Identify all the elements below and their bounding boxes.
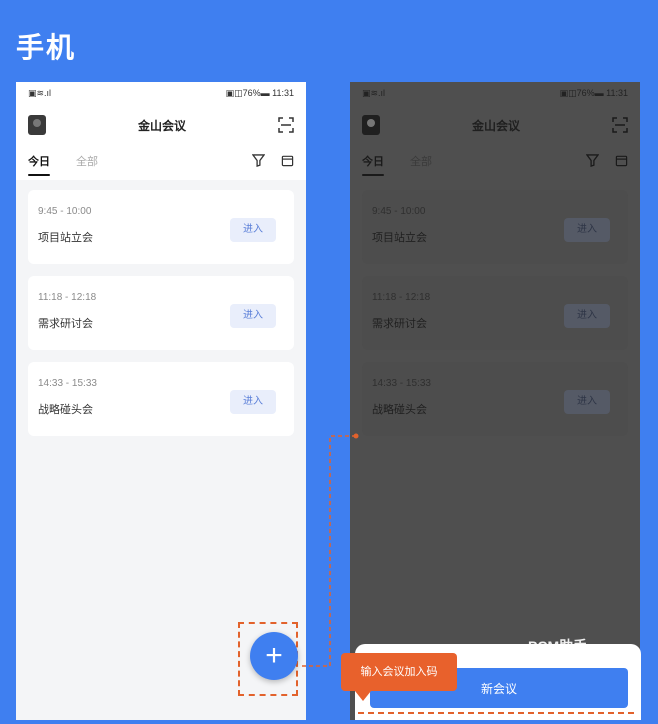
- status-left: ▣≋.ıl: [28, 87, 52, 98]
- app-header: 金山会议: [16, 104, 306, 146]
- tab-today[interactable]: 今日: [28, 153, 50, 176]
- meeting-time: 14:33 - 15:33: [372, 378, 431, 389]
- connector-line: [302, 433, 359, 667]
- highlight-frame: [358, 712, 634, 724]
- meeting-card: 11:18 - 12:18 需求研讨会 进入: [362, 276, 628, 350]
- meeting-card[interactable]: 11:18 - 12:18 需求研讨会 进入: [28, 276, 294, 350]
- meeting-time: 11:18 - 12:18: [38, 292, 97, 303]
- tab-all[interactable]: 全部: [76, 153, 98, 173]
- enter-button: 进入: [564, 304, 610, 328]
- enter-button: 进入: [564, 390, 610, 414]
- status-bar: ▣≋.ıl ▣◫76%▬ 11:31: [16, 82, 306, 104]
- page-title: 手机: [16, 32, 77, 63]
- avatar: [362, 115, 380, 135]
- meeting-list: 9:45 - 10:00 项目站立会 进入 11:18 - 12:18 需求研讨…: [16, 180, 306, 458]
- filter-icon[interactable]: [251, 154, 266, 172]
- calendar-icon[interactable]: [281, 154, 294, 172]
- meeting-list: 9:45 - 10:00 项目站立会 进入 11:18 - 12:18 需求研讨…: [350, 180, 640, 458]
- callout-tooltip: 输入会议加入码: [341, 653, 457, 701]
- enter-button[interactable]: 进入: [230, 304, 276, 328]
- scan-icon: [612, 117, 628, 133]
- avatar[interactable]: [28, 115, 46, 135]
- scan-icon[interactable]: [278, 117, 294, 133]
- tab-bar: 今日 全部: [350, 146, 640, 180]
- watermark: PCM助手: [528, 638, 588, 654]
- status-right: ▣◫76%▬ 11:31: [559, 87, 628, 98]
- enter-button[interactable]: 进入: [230, 390, 276, 414]
- filter-icon: [585, 154, 600, 172]
- meeting-card[interactable]: 9:45 - 10:00 项目站立会 进入: [28, 190, 294, 264]
- tab-today: 今日: [362, 153, 384, 176]
- status-right: ▣◫76%▬ 11:31: [225, 87, 294, 98]
- app-title: 金山会议: [471, 118, 520, 133]
- meeting-time: 9:45 - 10:00: [372, 206, 426, 217]
- add-meeting-button[interactable]: +: [250, 632, 298, 680]
- tab-bar: 今日 全部: [16, 146, 306, 180]
- status-bar: ▣≋.ıl ▣◫76%▬ 11:31: [350, 82, 640, 104]
- phone-screen-right: ▣≋.ıl ▣◫76%▬ 11:31 金山会议 今日 全部 9:45 - 10:…: [350, 82, 640, 720]
- app-title: 金山会议: [137, 118, 186, 133]
- meeting-time: 14:33 - 15:33: [38, 378, 97, 389]
- tab-all: 全部: [410, 156, 432, 168]
- enter-button: 进入: [564, 218, 610, 242]
- app-header: 金山会议: [350, 104, 640, 146]
- meeting-time: 9:45 - 10:00: [38, 206, 92, 217]
- meeting-card: 14:33 - 15:33 战略碰头会 进入: [362, 362, 628, 436]
- status-left: ▣≋.ıl: [362, 87, 386, 98]
- meeting-card: 9:45 - 10:00 项目站立会 进入: [362, 190, 628, 264]
- calendar-icon: [615, 154, 628, 172]
- enter-button[interactable]: 进入: [230, 218, 276, 242]
- meeting-time: 11:18 - 12:18: [372, 292, 431, 303]
- meeting-card[interactable]: 14:33 - 15:33 战略碰头会 进入: [28, 362, 294, 436]
